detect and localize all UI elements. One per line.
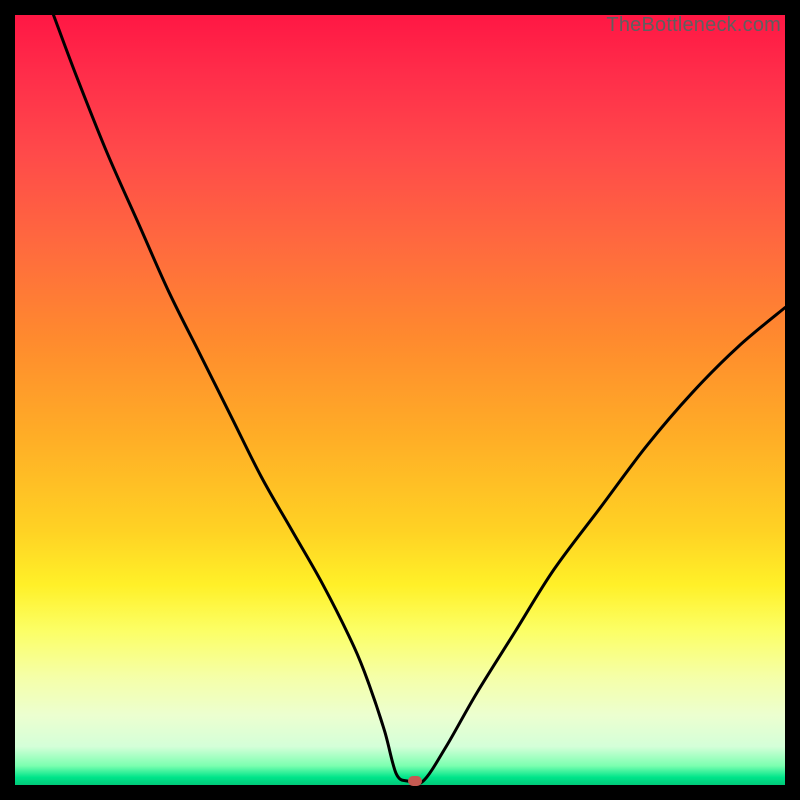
chart-frame: TheBottleneck.com: [0, 0, 800, 800]
bottleneck-curve: [15, 15, 785, 785]
chart-plot-area: TheBottleneck.com: [15, 15, 785, 785]
optimal-point-marker: [408, 776, 422, 786]
